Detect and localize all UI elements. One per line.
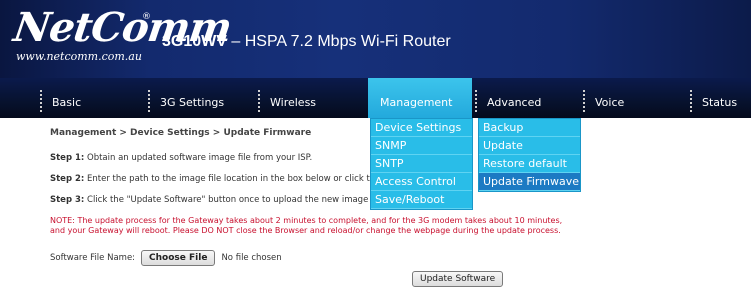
step-text: Enter the path to the image file locatio… <box>84 174 393 184</box>
note-line: and your Gateway will reboot. Please DO … <box>50 226 561 235</box>
model-name: 3G10WV <box>162 33 227 50</box>
product-desc: – HSPA 7.2 Mbps Wi-Fi Router <box>226 33 451 50</box>
update-note: NOTE: The update process for the Gateway… <box>50 216 590 236</box>
nav-separator <box>258 90 260 112</box>
file-input-row: Software File Name: Choose File No file … <box>50 250 282 266</box>
nav-label: Status <box>702 96 738 109</box>
submenu-item-restore-default[interactable]: Restore default <box>479 155 580 173</box>
nav-basic[interactable]: Basic <box>40 78 148 118</box>
logo-url: www.netcomm.com.au <box>16 50 142 63</box>
nav-label: Management <box>380 96 453 109</box>
nav-label: Wireless <box>270 96 317 109</box>
step-2: Step 2: Enter the path to the image file… <box>50 174 393 184</box>
step-1: Step 1: Obtain an updated software image… <box>50 153 312 163</box>
nav-separator <box>583 90 585 112</box>
management-dropdown: Device Settings SNMP SNTP Access Control… <box>370 118 473 210</box>
nav-status[interactable]: Status <box>690 78 751 118</box>
note-line: NOTE: The update process for the Gateway… <box>50 216 563 225</box>
menu-item-save-reboot[interactable]: Save/Reboot <box>371 191 472 209</box>
breadcrumb: Management > Device Settings > Update Fi… <box>50 128 312 138</box>
submenu-item-update[interactable]: Update <box>479 137 580 155</box>
nav-label: Voice <box>595 96 625 109</box>
nav-separator <box>690 90 692 112</box>
nav-3g-settings[interactable]: 3G Settings <box>148 78 258 118</box>
nav-label: Advanced <box>487 96 542 109</box>
main-nav: Basic 3G Settings Wireless Management Ad… <box>0 78 751 118</box>
step-label: Step 3: <box>50 195 85 205</box>
nav-separator <box>475 90 477 112</box>
submenu-item-backup[interactable]: Backup <box>479 119 580 137</box>
menu-item-device-settings[interactable]: Device Settings <box>371 119 472 137</box>
registered-mark: ® <box>142 12 151 22</box>
menu-item-snmp[interactable]: SNMP <box>371 137 472 155</box>
submenu-item-update-firmware[interactable]: Update Firmwave <box>479 173 580 191</box>
nav-advanced[interactable]: Advanced <box>475 78 585 118</box>
nav-separator <box>148 90 150 112</box>
file-status: No file chosen <box>221 253 282 263</box>
step-label: Step 1: <box>50 153 85 163</box>
step-3: Step 3: Click the "Update Software" butt… <box>50 195 387 205</box>
step-label: Step 2: <box>50 174 85 184</box>
file-label: Software File Name: <box>50 253 136 263</box>
product-title: 3G10WV – HSPA 7.2 Mbps Wi-Fi Router <box>162 33 451 51</box>
header-banner: NetComm ® www.netcomm.com.au 3G10WV – HS… <box>0 0 751 78</box>
step-text: Click the "Update Software" button once … <box>84 195 387 205</box>
device-settings-submenu: Backup Update Restore default Update Fir… <box>478 118 581 192</box>
choose-file-button[interactable]: Choose File <box>141 250 216 266</box>
nav-label: Basic <box>52 96 82 109</box>
menu-item-sntp[interactable]: SNTP <box>371 155 472 173</box>
step-text: Obtain an updated software image file fr… <box>84 153 313 163</box>
nav-wireless[interactable]: Wireless <box>258 78 368 118</box>
menu-item-access-control[interactable]: Access Control <box>371 173 472 191</box>
nav-management[interactable]: Management <box>368 78 472 118</box>
nav-voice[interactable]: Voice <box>583 78 691 118</box>
nav-label: 3G Settings <box>160 96 225 109</box>
update-software-button[interactable]: Update Software <box>412 271 504 287</box>
nav-separator <box>40 90 42 112</box>
